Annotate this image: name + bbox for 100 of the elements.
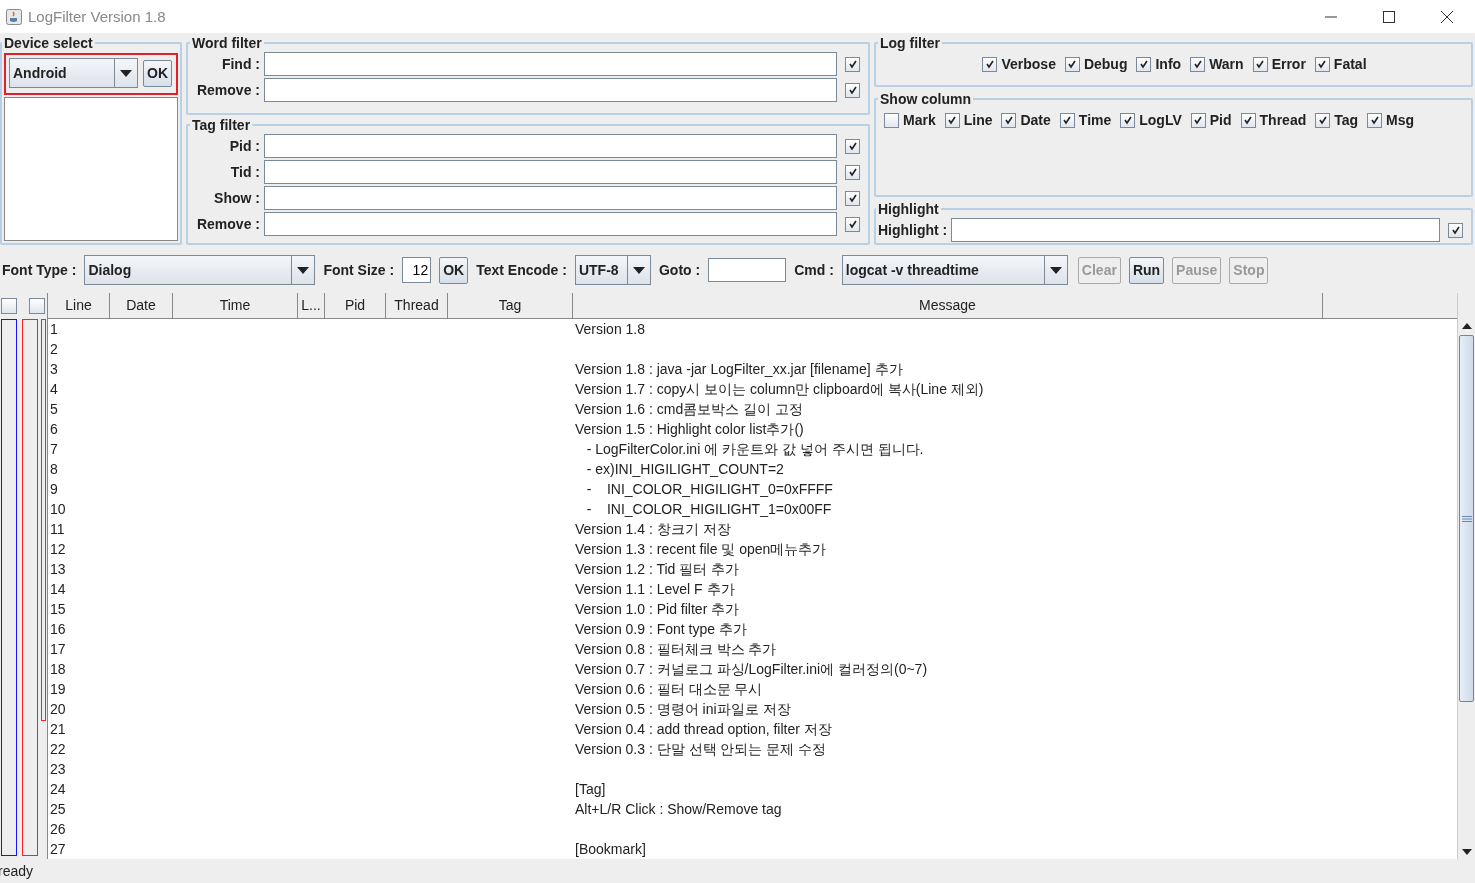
field-label: Cmd :: [794, 262, 834, 278]
checkbox[interactable]: [1136, 56, 1152, 72]
line-number: 15: [50, 601, 66, 617]
line-number: 24: [50, 781, 66, 797]
column-header[interactable]: L...: [298, 293, 325, 318]
checkbox-label: Verbose: [1001, 56, 1056, 72]
line-number: 26: [50, 821, 66, 837]
checkbox[interactable]: [845, 138, 860, 154]
checkmark-icon: [1122, 115, 1133, 125]
log-message: Version 1.1 : Level F 추가: [575, 581, 735, 597]
checkbox[interactable]: [1314, 56, 1330, 72]
checkmark-icon: [1062, 115, 1073, 125]
input-field[interactable]: [264, 186, 837, 210]
maximize-icon[interactable]: [1383, 10, 1395, 23]
field-label: Highlight :: [878, 222, 948, 238]
ok-button[interactable]: OK: [439, 256, 469, 284]
column-header[interactable]: Message: [573, 293, 1323, 318]
ok-button[interactable]: OK: [143, 59, 172, 87]
log-message: Alt+L/R Click : Show/Remove tag: [575, 801, 782, 817]
field-label: Goto :: [658, 262, 701, 278]
checkmark-icon: [1243, 115, 1254, 125]
column-header[interactable]: Line: [48, 293, 110, 318]
log-message: - ex)INI_HIGILIGHT_COUNT=2: [585, 461, 784, 477]
checkbox[interactable]: [1315, 112, 1331, 128]
checkbox-label: Warn: [1209, 56, 1244, 72]
line-number: 20: [50, 701, 66, 717]
input-field[interactable]: [951, 218, 1440, 242]
field-label: Remove :: [195, 216, 260, 232]
checkmark-icon: [847, 141, 858, 151]
column-header[interactable]: Pid: [325, 293, 386, 318]
column-header[interactable]: Time: [173, 293, 298, 318]
dropdown-arrow-icon: [1049, 266, 1062, 274]
checkbox[interactable]: [845, 216, 860, 232]
checkbox-label: Pid: [1209, 112, 1232, 128]
checkmark-icon: [1450, 225, 1461, 235]
checkbox[interactable]: [1001, 112, 1017, 128]
input-field[interactable]: [264, 134, 837, 158]
font-size-field[interactable]: 12: [402, 257, 432, 283]
checkbox-label: Info: [1155, 56, 1182, 72]
input-field[interactable]: [264, 52, 837, 76]
scroll-up-icon[interactable]: [1461, 323, 1472, 329]
close-icon[interactable]: [1441, 10, 1453, 23]
command-dropdown[interactable]: logcat -v threadtime: [841, 255, 1068, 285]
checkmark-icon: [1369, 115, 1380, 125]
line-number: 16: [50, 621, 66, 637]
checkbox[interactable]: [1252, 56, 1268, 72]
scroll-thumb[interactable]: [1459, 335, 1474, 702]
checkmark-icon: [984, 59, 995, 69]
checkbox[interactable]: [944, 112, 960, 128]
line-number: 11: [50, 521, 65, 537]
font-type-dropdown[interactable]: Dialog: [84, 255, 316, 285]
checkbox[interactable]: [1367, 112, 1383, 128]
checkbox[interactable]: [29, 298, 45, 314]
checkbox[interactable]: [1240, 112, 1256, 128]
checkbox[interactable]: [884, 112, 899, 128]
input-field[interactable]: [264, 212, 837, 236]
goto-field[interactable]: [708, 258, 787, 282]
checkbox[interactable]: [845, 82, 860, 98]
device-list[interactable]: [4, 97, 178, 241]
panel-title: Log filter: [879, 35, 941, 51]
field-label: Font Type :: [2, 262, 77, 278]
panel-title: Tag filter: [191, 117, 252, 133]
checkbox[interactable]: [845, 56, 860, 72]
column-header[interactable]: Thread: [386, 293, 448, 318]
scroll-down-icon[interactable]: [1461, 849, 1472, 855]
column-header[interactable]: Tag: [448, 293, 573, 318]
checkbox[interactable]: [1190, 112, 1206, 128]
line-number: 13: [50, 561, 66, 577]
checkbox-label: Line: [963, 112, 993, 128]
field-label: Text Encode :: [476, 262, 567, 278]
input-field[interactable]: [264, 78, 837, 102]
checkbox[interactable]: [982, 56, 998, 72]
log-message: Version 0.4 : add thread option, filter 저장: [575, 721, 832, 737]
device-dropdown[interactable]: Android: [9, 58, 138, 88]
log-message: Version 1.8 : java -jar LogFilter_xx.jar [filename] 추가: [575, 361, 903, 377]
checkbox[interactable]: [1, 298, 17, 314]
checkbox[interactable]: [1059, 112, 1075, 128]
checkbox[interactable]: [1120, 112, 1136, 128]
log-message: - INI_COLOR_HIGILIGHT_1=0x00FF: [585, 501, 832, 517]
checkmark-icon: [1139, 59, 1149, 69]
checkbox-label: Thread: [1259, 112, 1307, 128]
checkmark-icon: [847, 167, 858, 177]
bookmark-bar[interactable]: [22, 319, 38, 856]
checkbox[interactable]: [845, 164, 860, 180]
checkbox[interactable]: [1190, 56, 1206, 72]
line-number: 27: [50, 841, 66, 857]
log-message: Version 1.2 : Tid 필터 추가: [575, 561, 740, 577]
toolbar-button[interactable]: Run: [1128, 256, 1165, 284]
field-label: Pid :: [228, 138, 260, 154]
encoding-dropdown[interactable]: UTF-8: [574, 255, 651, 285]
checkbox[interactable]: [845, 190, 860, 206]
input-field[interactable]: [264, 160, 837, 184]
line-number: 9: [50, 481, 58, 497]
log-message: Version 1.3 : recent file 및 open메뉴추가: [575, 541, 827, 557]
column-header[interactable]: Date: [110, 293, 173, 318]
log-message: [Tag]: [575, 781, 606, 797]
checkbox[interactable]: [1448, 222, 1463, 238]
line-number: 10: [50, 501, 66, 517]
bookmark-bar[interactable]: [1, 319, 17, 856]
checkbox[interactable]: [1064, 56, 1080, 72]
